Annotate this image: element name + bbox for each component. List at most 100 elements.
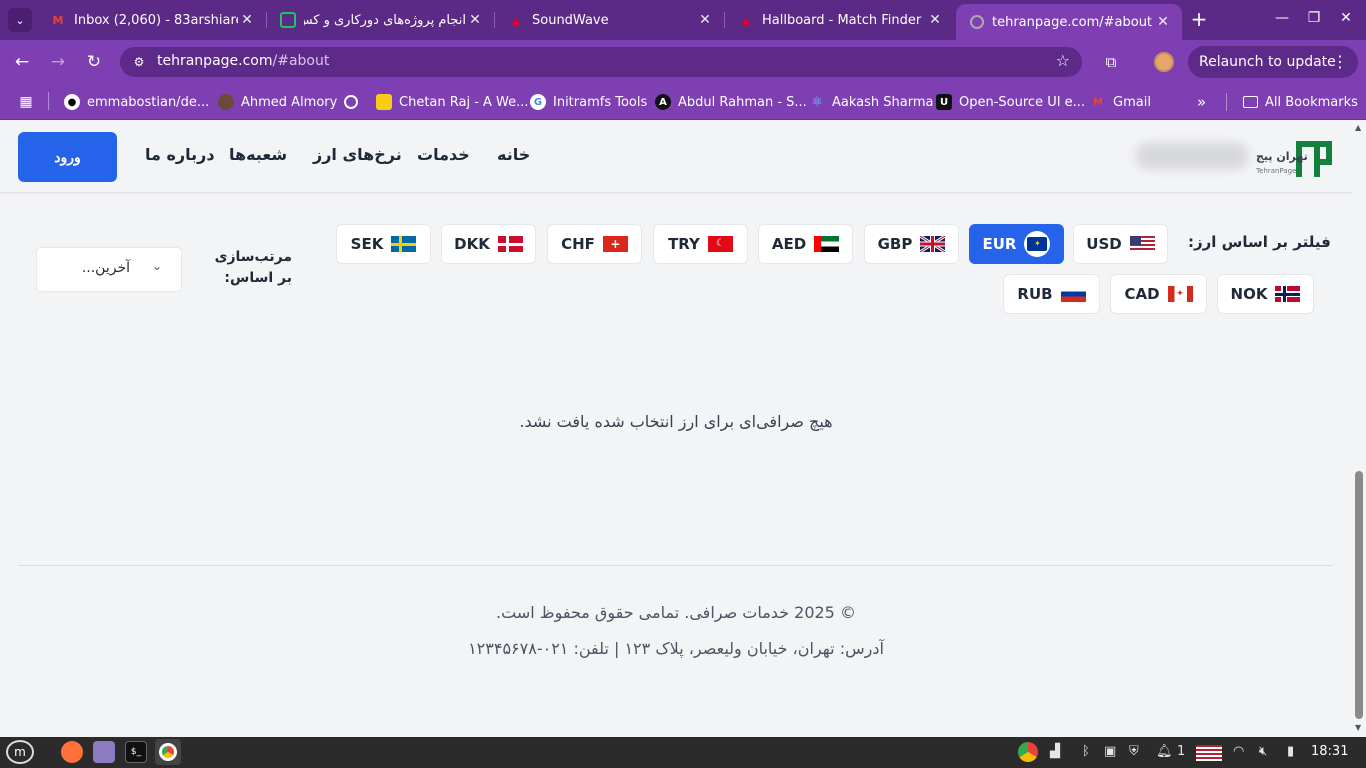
apps-button[interactable]: ▦ bbox=[18, 93, 34, 111]
currency-chip-nok[interactable]: NOK bbox=[1217, 274, 1314, 314]
close-icon[interactable]: ✕ bbox=[1154, 14, 1172, 30]
chevron-down-icon: ⌄ bbox=[152, 259, 163, 273]
network-stats-icon[interactable]: ▟ bbox=[1050, 744, 1060, 759]
nav-branches[interactable]: شعبه‌ها bbox=[229, 145, 287, 164]
bookmark-abdul[interactable]: A Abdul Rahman - S... bbox=[655, 93, 807, 111]
maximize-button[interactable]: ❐ bbox=[1304, 10, 1324, 26]
os-taskbar: m $_ ▟ ᛒ ▣ ⛨ 🔔︎ 1 ◠ 🔇︎ ▮ 18:31 bbox=[0, 737, 1366, 768]
chevron-down-icon: ⌄ bbox=[15, 13, 25, 27]
site-logo[interactable]: تهران پیج TehranPage bbox=[1136, 137, 1336, 181]
globe-icon bbox=[344, 95, 358, 109]
tab-soundwave[interactable]: ▲ SoundWave ✕ bbox=[494, 0, 724, 40]
bluetooth-icon[interactable]: ᛒ bbox=[1082, 744, 1090, 759]
battery-icon[interactable]: ▮ bbox=[1287, 744, 1294, 759]
terminal-icon[interactable]: $_ bbox=[125, 741, 147, 763]
currency-chip-gbp[interactable]: GBP bbox=[864, 224, 959, 264]
plus-icon: + bbox=[1190, 7, 1208, 31]
close-icon[interactable]: ✕ bbox=[696, 12, 714, 28]
tab-strip: ⌄ M Inbox (2,060) - 83arshiareza ✕ انجام… bbox=[0, 0, 1366, 40]
page-scrollbar[interactable]: ▲ ▼ bbox=[1352, 121, 1366, 737]
bookmark-chetan[interactable]: Chetan Raj - A We... bbox=[376, 93, 529, 111]
footer-copyright: © 2025 خدمات صرافی. تمامی حقوق محفوظ است… bbox=[496, 603, 856, 622]
reload-button[interactable]: ↻ bbox=[82, 50, 106, 74]
bookmark-aakash[interactable]: ⚛ Aakash Sharma bbox=[809, 93, 933, 111]
sweden-flag-icon bbox=[391, 236, 417, 252]
currency-chip-usd[interactable]: USD bbox=[1073, 224, 1168, 264]
sort-select[interactable]: ...آخرین ⌄ bbox=[36, 247, 182, 292]
forward-button[interactable]: → bbox=[46, 50, 70, 74]
currency-chip-rub[interactable]: RUB bbox=[1003, 274, 1100, 314]
close-window-button[interactable]: ✕ bbox=[1336, 10, 1356, 26]
profile-avatar[interactable] bbox=[1154, 52, 1174, 72]
currency-chip-dkk[interactable]: DKK bbox=[441, 224, 536, 264]
tab-search-button[interactable]: ⌄ bbox=[8, 8, 32, 32]
chrome-tray-icon[interactable] bbox=[1018, 742, 1038, 762]
chrome-taskbar-icon[interactable] bbox=[155, 739, 181, 765]
bookmark-emmabostian[interactable]: ● emmabostian/de... bbox=[64, 93, 209, 111]
mint-menu-icon[interactable]: m bbox=[6, 740, 34, 764]
globe-icon bbox=[970, 15, 984, 29]
tab-gmail[interactable]: M Inbox (2,060) - 83arshiareza ✕ bbox=[36, 0, 266, 40]
firefox-icon[interactable] bbox=[61, 741, 83, 763]
volume-muted-icon[interactable]: 🔇︎ bbox=[1259, 744, 1267, 759]
clock[interactable]: 18:31 bbox=[1311, 744, 1348, 759]
bookmark-gmail[interactable]: M Gmail bbox=[1090, 93, 1151, 111]
tab-hallboard[interactable]: ▲ Hallboard - Match Finder ✕ bbox=[724, 0, 954, 40]
relaunch-button[interactable]: Relaunch to update ⋮ bbox=[1188, 46, 1358, 78]
currency-chip-sek[interactable]: SEK bbox=[336, 224, 431, 264]
bookmark-ahmed[interactable]: Ahmed Almory bbox=[218, 93, 337, 111]
new-tab-button[interactable]: + bbox=[1188, 9, 1210, 31]
blurred-logo-text bbox=[1136, 143, 1248, 169]
ui-icon: U bbox=[936, 94, 952, 110]
google-icon: G bbox=[530, 94, 546, 110]
swiss-flag-icon: + bbox=[602, 236, 628, 252]
minimize-button[interactable]: — bbox=[1272, 10, 1292, 26]
scroll-up-icon[interactable]: ▲ bbox=[1355, 123, 1361, 132]
url-text[interactable]: tehranpage.com/#about bbox=[157, 53, 329, 69]
turkey-flag-icon: ☾ bbox=[707, 236, 733, 252]
shield-icon[interactable]: ⛨ bbox=[1129, 744, 1139, 759]
bookmarks-bar: ▦ ● emmabostian/de... Ahmed Almory Chetan… bbox=[0, 84, 1366, 120]
eu-flag-icon: ✦ bbox=[1024, 231, 1051, 257]
login-button[interactable]: ورود bbox=[18, 132, 117, 182]
close-icon[interactable]: ✕ bbox=[926, 12, 944, 28]
address-bar[interactable]: ⚙ tehranpage.com/#about ☆ bbox=[120, 47, 1082, 77]
close-icon[interactable]: ✕ bbox=[238, 12, 256, 28]
bookmark-star-icon[interactable]: ☆ bbox=[1056, 51, 1070, 70]
scrollbar-thumb[interactable] bbox=[1355, 471, 1363, 719]
scroll-down-icon[interactable]: ▼ bbox=[1355, 723, 1361, 732]
wifi-icon[interactable]: ◠ bbox=[1233, 744, 1244, 759]
clipboard-icon[interactable]: ▣ bbox=[1104, 744, 1116, 759]
notification-icon[interactable]: 🔔︎ bbox=[1156, 744, 1173, 759]
bookmark-initramfs[interactable]: G Initramfs Tools bbox=[530, 93, 647, 111]
currency-chip-chf[interactable]: CHF + bbox=[547, 224, 642, 264]
currency-chip-try[interactable]: TRY ☾ bbox=[653, 224, 748, 264]
github-icon: ● bbox=[64, 94, 80, 110]
back-button[interactable]: ← bbox=[10, 50, 34, 74]
page-content: ورود درباره ما شعبه‌ها نرخ‌های ارز خدمات… bbox=[0, 121, 1352, 737]
more-bookmarks-button[interactable]: » bbox=[1197, 93, 1206, 111]
footer-address: آدرس: تهران، خیابان ولیعصر، پلاک ۱۲۳ | ت… bbox=[468, 639, 884, 658]
bookmark-globe[interactable] bbox=[344, 93, 365, 111]
all-bookmarks-button[interactable]: All Bookmarks bbox=[1226, 93, 1358, 111]
arrow-left-icon: ← bbox=[14, 52, 30, 72]
nav-home[interactable]: خانه bbox=[497, 145, 530, 164]
nav-about[interactable]: درباره ما bbox=[145, 145, 215, 164]
extensions-button[interactable]: ⧉ bbox=[1099, 50, 1123, 74]
menu-dots-icon: ⋮ bbox=[1332, 52, 1348, 71]
currency-chip-cad[interactable]: CAD ✦ bbox=[1110, 274, 1207, 314]
currency-chip-aed[interactable]: AED bbox=[758, 224, 853, 264]
close-icon[interactable]: ✕ bbox=[466, 12, 484, 28]
files-icon[interactable] bbox=[93, 741, 115, 763]
yellow-square-icon bbox=[376, 94, 392, 110]
keyboard-layout-us-icon[interactable] bbox=[1196, 745, 1222, 761]
nav-services[interactable]: خدمات bbox=[417, 145, 470, 164]
bookmarks-separator bbox=[48, 92, 49, 110]
tab-tehranpage[interactable]: tehranpage.com/#about ✕ bbox=[956, 4, 1182, 40]
site-info-icon[interactable]: ⚙ bbox=[130, 53, 148, 71]
currency-chip-eur[interactable]: EUR ✦ bbox=[969, 224, 1064, 264]
tab-freelance[interactable]: انجام پروژه‌های دورکاری و کس ✕ bbox=[266, 0, 494, 40]
gmail-icon: M bbox=[52, 13, 64, 27]
bookmark-opensource-ui[interactable]: U Open-Source UI e... bbox=[936, 93, 1085, 111]
nav-rates[interactable]: نرخ‌های ارز bbox=[313, 145, 402, 164]
